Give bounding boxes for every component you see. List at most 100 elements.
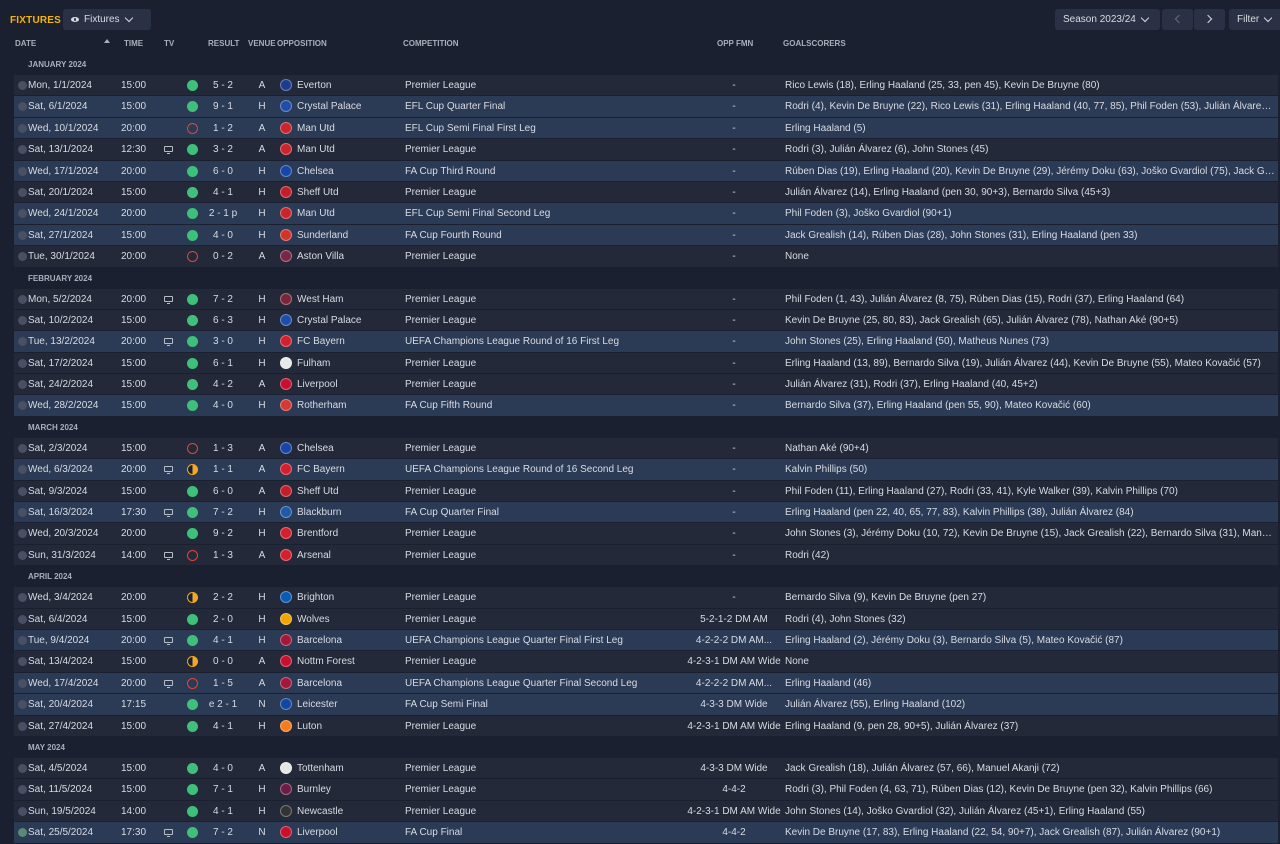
opposition-link[interactable]: Brentford [297, 523, 338, 544]
competition-link[interactable]: FA Cup Semi Final [405, 694, 488, 715]
opposition-link[interactable]: Man Utd [297, 139, 335, 160]
competition-link[interactable]: Premier League [405, 523, 476, 544]
row-select-checkbox[interactable] [18, 614, 27, 624]
fixture-score[interactable]: 4 - 1 [208, 182, 238, 203]
row-select-checkbox[interactable] [18, 593, 27, 603]
opposition-link[interactable]: FC Bayern [297, 459, 345, 480]
row-select-checkbox[interactable] [18, 486, 27, 496]
competition-link[interactable]: FA Cup Fourth Round [405, 225, 502, 246]
row-select-checkbox[interactable] [18, 700, 27, 710]
fixture-row[interactable]: Wed, 6/3/2024 20:00 1 - 1 A FC Bayern UEFA Ch… [14, 459, 1278, 481]
opposition-link[interactable]: Wolves [297, 609, 330, 630]
competition-link[interactable]: Premier League [405, 651, 476, 672]
col-result[interactable]: RESULT [208, 39, 239, 48]
fixture-row[interactable]: Sat, 10/2/2024 15:00 6 - 3 H Crystal Palace P… [14, 309, 1278, 332]
competition-link[interactable]: Premier League [405, 481, 476, 502]
fixture-score[interactable]: 3 - 2 [208, 139, 238, 160]
fixture-row[interactable]: Wed, 3/4/2024 20:00 2 - 2 H Brighton Premier … [14, 587, 1278, 609]
fixture-score[interactable]: 6 - 3 [208, 310, 238, 331]
opposition-link[interactable]: Chelsea [297, 161, 334, 182]
fixture-row[interactable]: Sat, 13/1/2024 12:30 3 - 2 A Man Utd Premier … [14, 139, 1278, 161]
competition-link[interactable]: FA Cup Fifth Round [405, 395, 492, 416]
fixture-row[interactable]: Sat, 4/5/2024 15:00 4 - 0 A Tottenham Premier… [14, 757, 1278, 780]
fixture-row[interactable]: Sat, 17/2/2024 15:00 6 - 1 H Fulham Premier L… [14, 352, 1278, 375]
opposition-link[interactable]: Barcelona [297, 673, 342, 694]
fixture-score[interactable]: 7 - 2 [208, 289, 238, 310]
col-tv[interactable]: TV [164, 39, 174, 48]
row-select-checkbox[interactable] [18, 635, 27, 645]
fixture-score[interactable]: 3 - 0 [208, 331, 238, 352]
fixture-row[interactable]: Sun, 31/3/2024 14:00 1 - 3 A Arsenal Premier … [14, 544, 1278, 567]
competition-link[interactable]: Premier League [405, 716, 476, 737]
opposition-link[interactable]: Liverpool [297, 822, 338, 843]
fixture-score[interactable]: 4 - 0 [208, 395, 238, 416]
fixture-score[interactable]: 2 - 2 [208, 587, 238, 608]
row-select-checkbox[interactable] [18, 315, 27, 325]
opposition-link[interactable]: Rotherham [297, 395, 346, 416]
row-select-checkbox[interactable] [18, 358, 27, 368]
fixture-score[interactable]: 4 - 1 [208, 801, 238, 822]
row-select-checkbox[interactable] [18, 145, 27, 155]
fixture-row[interactable]: Mon, 5/2/2024 20:00 7 - 2 H West Ham Premier … [14, 288, 1278, 310]
row-select-checkbox[interactable] [18, 230, 27, 240]
competition-link[interactable]: FA Cup Final [405, 822, 462, 843]
competition-link[interactable]: UEFA Champions League Quarter Final Seco… [405, 673, 637, 694]
row-select-checkbox[interactable] [18, 81, 27, 90]
fixture-row[interactable]: Wed, 28/2/2024 15:00 4 - 0 H Rotherham FA Cup… [14, 395, 1278, 417]
row-select-checkbox[interactable] [18, 550, 27, 560]
fixture-score[interactable]: 7 - 2 [208, 822, 238, 843]
fixture-row[interactable]: Wed, 24/1/2024 20:00 2 - 1 p H Man Utd EFL Cu… [14, 203, 1278, 225]
row-select-checkbox[interactable] [18, 806, 27, 816]
fixture-score[interactable]: 5 - 2 [208, 75, 238, 96]
next-button[interactable] [1194, 9, 1225, 30]
row-select-checkbox[interactable] [18, 443, 27, 453]
competition-link[interactable]: Premier League [405, 75, 476, 96]
fixture-score[interactable]: 4 - 1 [208, 716, 238, 737]
col-opposition[interactable]: OPPOSITION [277, 39, 327, 48]
competition-link[interactable]: EFL Cup Quarter Final [405, 96, 505, 117]
fixture-row[interactable]: Sat, 2/3/2024 15:00 1 - 3 A Chelsea Premier L… [14, 437, 1278, 460]
fixture-score[interactable]: 6 - 0 [208, 161, 238, 182]
row-select-checkbox[interactable] [18, 252, 27, 262]
competition-link[interactable]: EFL Cup Semi Final First Leg [405, 118, 536, 139]
fixture-score[interactable]: 9 - 1 [208, 96, 238, 117]
opposition-link[interactable]: Sunderland [297, 225, 348, 246]
fixture-score[interactable]: 9 - 2 [208, 523, 238, 544]
competition-link[interactable]: Premier League [405, 438, 476, 459]
row-select-checkbox[interactable] [18, 102, 27, 112]
fixture-row[interactable]: Sat, 11/5/2024 15:00 7 - 1 H Burnley Premier … [14, 779, 1278, 801]
fixture-score[interactable]: 4 - 2 [208, 374, 238, 395]
previous-button[interactable] [1162, 9, 1193, 30]
competition-link[interactable]: Premier League [405, 374, 476, 395]
opposition-link[interactable]: Newcastle [297, 801, 343, 822]
fixture-score[interactable]: 2 - 0 [208, 609, 238, 630]
competition-link[interactable]: Premier League [405, 758, 476, 779]
fixture-row[interactable]: Sat, 20/4/2024 17:15 e 2 - 1 N Leicester FA C… [14, 694, 1278, 716]
row-select-checkbox[interactable] [18, 401, 27, 411]
competition-link[interactable]: FA Cup Third Round [405, 161, 495, 182]
row-select-checkbox[interactable] [18, 187, 27, 197]
opposition-link[interactable]: Luton [297, 716, 322, 737]
opposition-link[interactable]: West Ham [297, 289, 344, 310]
row-select-checkbox[interactable] [18, 166, 27, 176]
opposition-link[interactable]: Sheff Utd [297, 182, 339, 203]
competition-link[interactable]: EFL Cup Semi Final Second Leg [405, 203, 550, 224]
fixture-row[interactable]: Wed, 20/3/2024 20:00 9 - 2 H Brentford Premie… [14, 523, 1278, 545]
opposition-link[interactable]: Aston Villa [297, 246, 344, 267]
competition-link[interactable]: Premier League [405, 353, 476, 374]
opposition-link[interactable]: Leicester [297, 694, 338, 715]
opposition-link[interactable]: Barcelona [297, 630, 342, 651]
fixture-row[interactable]: Sat, 24/2/2024 15:00 4 - 2 A Liverpool Premie… [14, 374, 1278, 396]
fixture-row[interactable]: Sat, 25/5/2024 17:30 7 - 2 N Liverpool FA Cup… [14, 822, 1278, 844]
fixture-score[interactable]: 4 - 1 [208, 630, 238, 651]
row-select-checkbox[interactable] [18, 763, 27, 773]
fixture-row[interactable]: Sat, 9/3/2024 15:00 6 - 0 A Sheff Utd Premier… [14, 480, 1278, 503]
fixture-row[interactable]: Sat, 27/1/2024 15:00 4 - 0 H Sunderland FA Cu… [14, 224, 1278, 247]
opposition-link[interactable]: Tottenham [297, 758, 344, 779]
competition-link[interactable]: Premier League [405, 182, 476, 203]
row-select-checkbox[interactable] [18, 657, 27, 667]
opposition-link[interactable]: Man Utd [297, 118, 335, 139]
row-select-checkbox[interactable] [18, 380, 27, 390]
fixture-row[interactable]: Sat, 16/3/2024 17:30 7 - 2 H Blackburn FA Cup… [14, 502, 1278, 524]
row-select-checkbox[interactable] [18, 337, 27, 347]
